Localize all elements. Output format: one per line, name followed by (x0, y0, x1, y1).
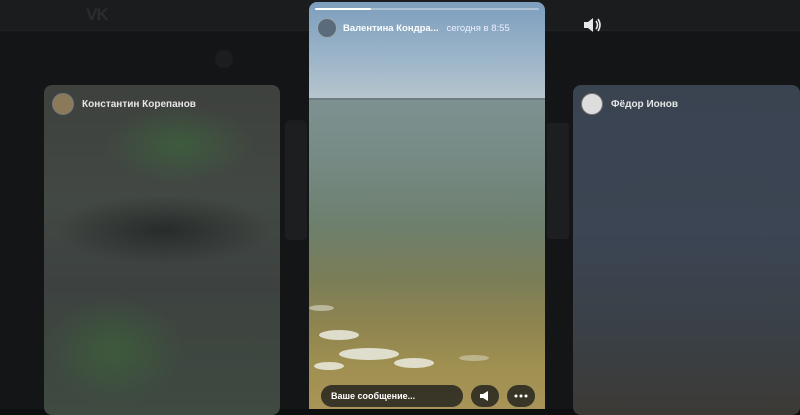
more-button[interactable] (507, 385, 535, 407)
story-header-right: Фёдор Ионов (581, 93, 678, 115)
main-story[interactable]: Валентина Кондра... сегодня в 8:55 Ваше … (309, 2, 545, 409)
avatar (52, 93, 74, 115)
story-preview-left[interactable]: Константин Корепанов (44, 85, 280, 415)
volume-icon (584, 18, 601, 32)
megaphone-icon (480, 391, 488, 401)
story-author-right: Фёдор Ионов (611, 98, 679, 110)
volume-button[interactable] (581, 14, 603, 36)
story-image-sea (309, 100, 545, 409)
story-progress-fill (315, 8, 371, 10)
avatar[interactable] (317, 18, 337, 38)
story-progress-bar (315, 8, 539, 10)
story-preview-right[interactable]: Фёдор Ионов (573, 85, 800, 415)
story-author[interactable]: Валентина Кондра... (343, 23, 439, 34)
story-header-left: Константин Корепанов (52, 93, 196, 115)
story-image-sky (309, 2, 545, 99)
share-button[interactable] (471, 385, 499, 407)
avatar (581, 93, 603, 115)
vk-logo: VK (86, 5, 109, 24)
story-header: Валентина Кондра... сегодня в 8:55 (317, 18, 510, 38)
more-icon (514, 394, 528, 398)
story-author-left: Константин Корепанов (82, 98, 196, 110)
message-input[interactable]: Ваше сообщение... (321, 385, 463, 407)
story-edge-right (547, 123, 569, 239)
story-edge-left (285, 123, 307, 239)
bg-avatar (215, 50, 233, 68)
story-time: сегодня в 8:55 (446, 22, 510, 34)
reply-bar: Ваше сообщение... (321, 385, 535, 407)
